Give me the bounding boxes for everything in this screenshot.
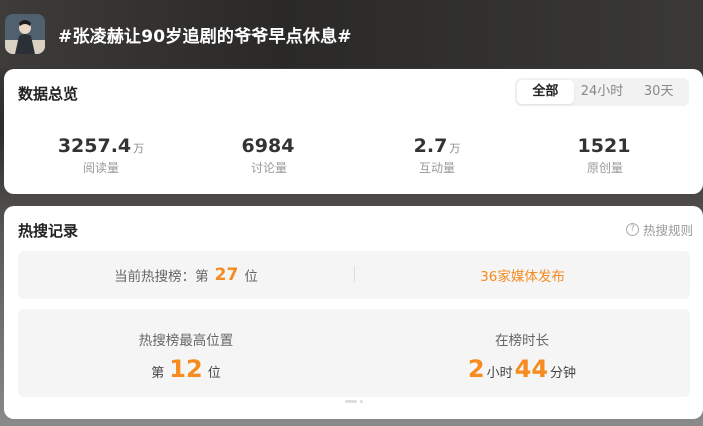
hot-search-card: 热搜记录 ? 热搜规则 当前热搜榜：第 27 位 36家媒体发布 热搜榜最高位置… bbox=[4, 206, 703, 419]
highest-rank-label: 热搜榜最高位置 bbox=[138, 333, 234, 349]
hot-search-rules-link[interactable]: ? 热搜规则 bbox=[625, 220, 693, 239]
pager-dot[interactable] bbox=[360, 400, 363, 403]
current-rank: 当前热搜榜：第 27 位 bbox=[18, 251, 354, 299]
current-rank-value: 27 bbox=[214, 265, 239, 285]
stat-interactions: 2.7 万 互动量 bbox=[357, 135, 517, 176]
stat-reads-unit: 万 bbox=[133, 142, 145, 155]
stat-discussions-value: 6984 bbox=[241, 135, 295, 157]
current-rank-box: 当前热搜榜：第 27 位 36家媒体发布 bbox=[18, 251, 690, 299]
time-range-tabs: 全部 24小时 30天 bbox=[515, 78, 689, 106]
stat-reads: 3257.4 万 阅读量 bbox=[21, 135, 181, 176]
tab-24h[interactable]: 24小时 bbox=[574, 80, 631, 104]
stat-originals-value: 1521 bbox=[577, 135, 631, 157]
avatar-image-icon bbox=[5, 14, 45, 54]
pager-dot-active[interactable] bbox=[345, 400, 357, 403]
media-publish-link[interactable]: 36家媒体发布 bbox=[355, 251, 690, 299]
duration-minutes: 44 bbox=[514, 355, 549, 383]
on-list-duration: 在榜时长 2 小时 44 分钟 bbox=[354, 309, 690, 397]
topic-header: #张凌赫让90岁追剧的爷爷早点休息# bbox=[0, 0, 703, 68]
stat-interactions-label: 互动量 bbox=[418, 161, 455, 175]
highest-rank: 热搜榜最高位置 第 12 位 bbox=[18, 309, 354, 397]
current-rank-suffix: 位 bbox=[244, 269, 258, 285]
stat-discussions: 6984 讨论量 bbox=[189, 135, 349, 176]
topic-title: #张凌赫让90岁追剧的爷爷早点休息# bbox=[58, 27, 352, 47]
duration-minutes-unit: 分钟 bbox=[550, 366, 577, 381]
overview-title: 数据总览 bbox=[18, 85, 79, 103]
stat-discussions-label: 讨论量 bbox=[250, 161, 287, 175]
hot-search-rules-label: 热搜规则 bbox=[642, 223, 693, 238]
carousel-pager[interactable] bbox=[345, 400, 363, 403]
highest-rank-value: 12 bbox=[169, 355, 203, 383]
stat-originals-label: 原创量 bbox=[586, 161, 623, 175]
duration-label: 在榜时长 bbox=[495, 333, 549, 349]
highest-rank-prefix: 第 bbox=[151, 366, 165, 381]
stat-reads-value: 3257.4 bbox=[57, 135, 132, 157]
rank-stats-box: 热搜榜最高位置 第 12 位 在榜时长 2 小时 44 分钟 bbox=[18, 309, 690, 397]
duration-hours-unit: 小时 bbox=[486, 366, 513, 381]
question-circle-icon: ? bbox=[625, 223, 639, 236]
stat-interactions-unit: 万 bbox=[449, 142, 461, 155]
hot-search-title: 热搜记录 bbox=[18, 222, 79, 240]
highest-rank-suffix: 位 bbox=[207, 366, 221, 381]
duration-hours: 2 bbox=[467, 355, 485, 383]
topic-avatar[interactable] bbox=[5, 14, 45, 54]
stat-originals: 1521 原创量 bbox=[525, 135, 685, 176]
stat-interactions-value: 2.7 bbox=[413, 135, 448, 157]
overview-card: 数据总览 全部 24小时 30天 3257.4 万 阅读量 6984 讨论量 2.… bbox=[4, 69, 703, 194]
current-rank-prefix: 当前热搜榜：第 bbox=[114, 269, 209, 285]
tab-all[interactable]: 全部 bbox=[517, 80, 574, 104]
stat-reads-label: 阅读量 bbox=[82, 161, 119, 175]
tab-30d[interactable]: 30天 bbox=[630, 80, 687, 104]
